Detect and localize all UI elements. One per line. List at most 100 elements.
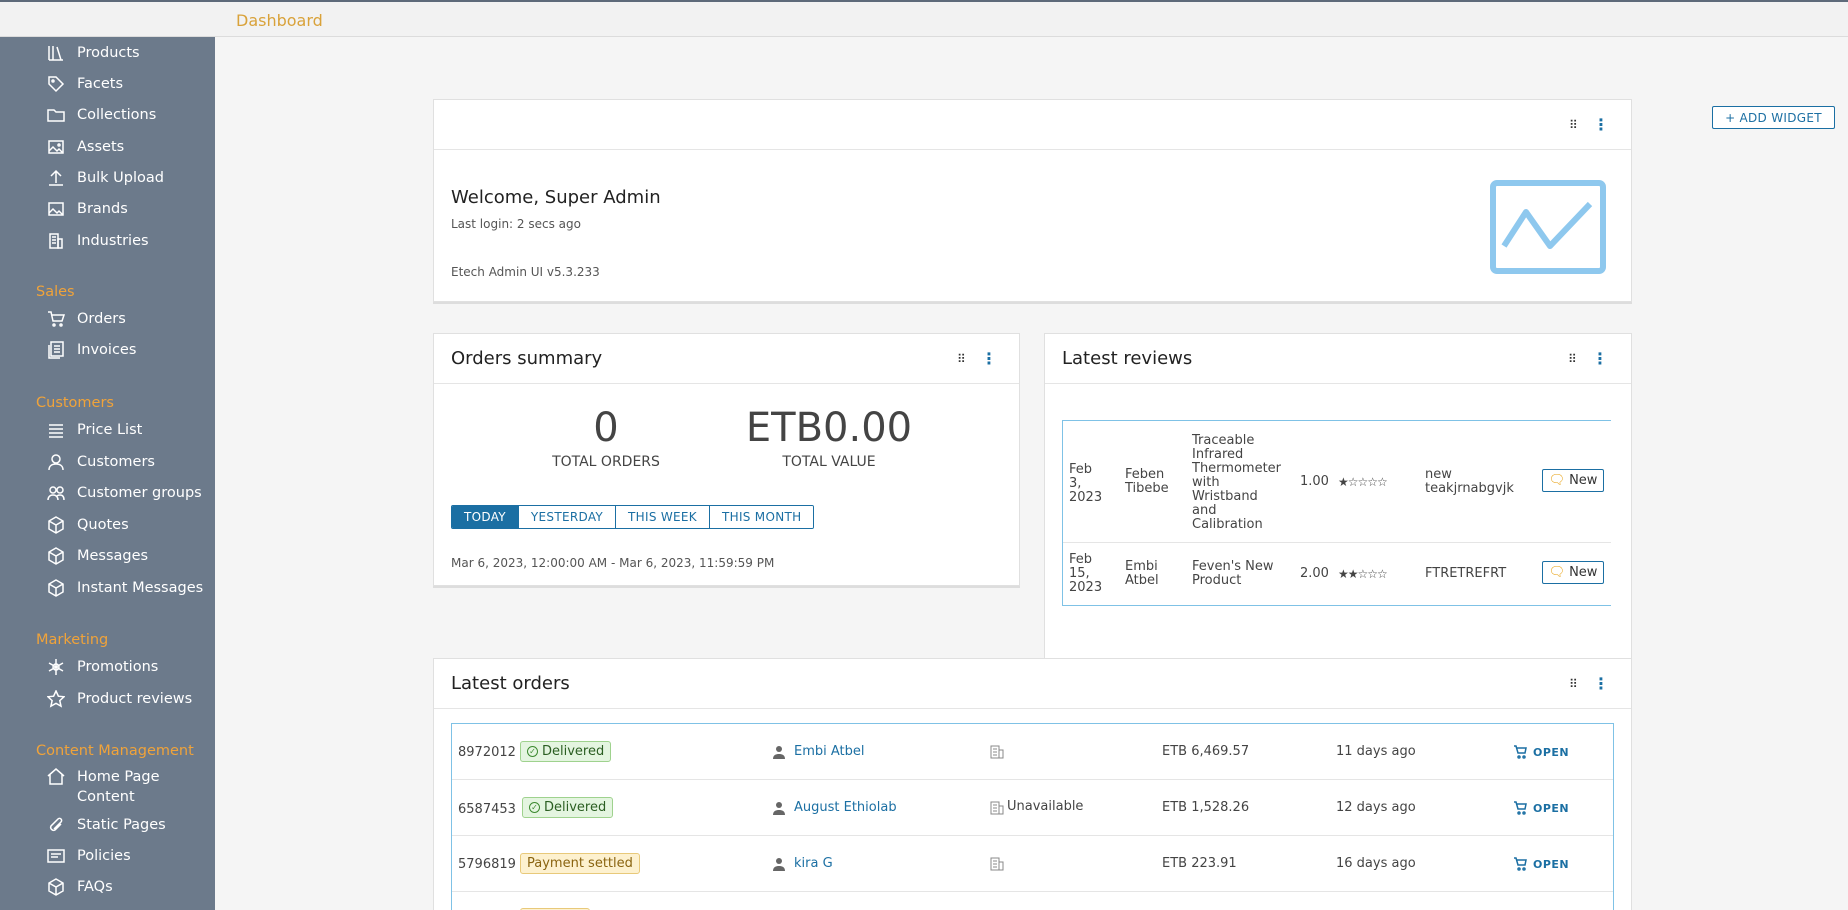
- review-date: Feb 15, 2023: [1069, 552, 1103, 595]
- sidebar-item-orders[interactable]: Orders: [47, 307, 126, 331]
- sidebar-item-invoices[interactable]: Invoices: [47, 338, 136, 362]
- range-this-month-button[interactable]: THIS MONTH: [709, 506, 814, 528]
- box-icon: [47, 516, 65, 534]
- total-orders-label: TOTAL ORDERS: [552, 454, 660, 470]
- widget-title: Latest orders: [451, 673, 570, 694]
- box-icon: [47, 547, 65, 565]
- table-row[interactable]: Feb 15, 2023 Embi Atbel Feven's New Prod…: [1063, 543, 1611, 605]
- welcome-widget: ⠿ ⋮ Welcome, Super Admin Last login: 2 s…: [433, 99, 1632, 302]
- sidebar-item-products[interactable]: Products: [47, 41, 140, 65]
- more-options-icon[interactable]: ⋮: [1593, 116, 1609, 134]
- sidebar-item-home-page-content[interactable]: Home Page Content: [47, 767, 187, 811]
- sidebar-item-instant-messages[interactable]: Instant Messages: [47, 576, 203, 600]
- image-icon: [47, 138, 65, 156]
- sidebar-item-label: Collections: [77, 107, 157, 123]
- drag-handle-icon[interactable]: ⠿: [957, 352, 967, 366]
- review-product[interactable]: Feven's New Product: [1192, 560, 1278, 588]
- top-bar: Dashboard: [0, 0, 1848, 37]
- open-label: OPEN: [1533, 857, 1570, 871]
- table-row[interactable]: 5796819 Payment settled kira G ETB 223.9…: [452, 836, 1613, 892]
- sidebar-item-label: Price List: [77, 422, 143, 438]
- total-value-stat: ETB0.00 TOTAL VALUE: [734, 405, 924, 470]
- building-icon: [47, 232, 65, 250]
- table-row[interactable]: [452, 892, 1613, 910]
- sidebar-item-static-pages[interactable]: Static Pages: [47, 813, 166, 837]
- folder-icon: [47, 106, 65, 124]
- customer-link[interactable]: Embi Atbel: [794, 744, 865, 759]
- total-orders-value: 0: [593, 405, 619, 451]
- upload-icon: [47, 169, 65, 187]
- sidebar-section-sales: Sales: [36, 284, 75, 300]
- open-order-link[interactable]: OPEN: [1513, 857, 1569, 871]
- box-icon: [47, 878, 65, 896]
- asterisk-icon: [47, 658, 65, 676]
- sidebar-item-label: Orders: [77, 311, 126, 327]
- rating-stars: ★☆☆☆☆: [1338, 475, 1388, 489]
- order-age: 12 days ago: [1336, 800, 1416, 815]
- open-label: OPEN: [1533, 801, 1570, 815]
- table-row[interactable]: 6587453 ✓ Delivered August Ethiolab Unav…: [452, 780, 1613, 836]
- range-this-week-button[interactable]: THIS WEEK: [616, 506, 710, 528]
- sidebar-item-quotes[interactable]: Quotes: [47, 513, 129, 537]
- cart-icon: [1514, 801, 1527, 815]
- latest-reviews-widget: Latest reviews ⠿ ⋮ Feb 3, 2023 Feben Tib…: [1044, 333, 1632, 664]
- sidebar-item-customer-groups[interactable]: Customer groups: [47, 481, 202, 505]
- sidebar-item-label: Brands: [77, 201, 128, 217]
- order-code: 8972012: [458, 745, 516, 760]
- order-age: 11 days ago: [1336, 744, 1416, 759]
- sidebar-section-customers: Customers: [36, 395, 114, 411]
- open-order-link[interactable]: OPEN: [1513, 745, 1569, 759]
- sidebar-item-product-reviews[interactable]: Product reviews: [47, 687, 192, 711]
- order-code: 6587453: [458, 802, 516, 817]
- review-author: Feben Tibebe: [1125, 467, 1169, 496]
- drag-handle-icon[interactable]: ⠿: [1569, 118, 1579, 132]
- sidebar-item-industries[interactable]: Industries: [47, 229, 149, 253]
- total-value-label: TOTAL VALUE: [782, 454, 876, 470]
- drag-handle-icon[interactable]: ⠿: [1568, 352, 1578, 366]
- review-author: Embi Atbel: [1125, 559, 1159, 588]
- table-row[interactable]: 8972012 ✓ Delivered Embi Atbel ETB 6,469…: [452, 724, 1613, 780]
- widget-title: Orders summary: [451, 348, 603, 369]
- open-order-link[interactable]: OPEN: [1513, 801, 1569, 815]
- person-icon: [773, 858, 785, 871]
- customer-link[interactable]: August Ethiolab: [794, 800, 897, 815]
- range-today-button[interactable]: TODAY: [452, 506, 519, 528]
- sidebar-item-faqs[interactable]: FAQs: [47, 875, 113, 899]
- sidebar-item-label: Customer groups: [77, 485, 202, 501]
- more-options-icon[interactable]: ⋮: [1593, 675, 1609, 693]
- box-icon: [47, 579, 65, 597]
- customer-link[interactable]: kira G: [794, 856, 833, 871]
- table-row[interactable]: Feb 3, 2023 Feben Tibebe Traceable Infra…: [1063, 421, 1611, 543]
- breadcrumb[interactable]: Dashboard: [236, 11, 323, 30]
- sidebar-item-bulk-upload[interactable]: Bulk Upload: [47, 166, 164, 190]
- sidebar-item-assets[interactable]: Assets: [47, 135, 124, 159]
- review-rating: 2.00: [1300, 566, 1329, 581]
- sidebar-item-price-list[interactable]: Price List: [47, 418, 142, 442]
- last-login-text: Last login: 2 secs ago: [451, 217, 581, 231]
- sidebar-item-label: Instant Messages: [77, 580, 204, 596]
- drag-handle-icon[interactable]: ⠿: [1569, 677, 1579, 691]
- range-yesterday-button[interactable]: YESTERDAY: [518, 506, 617, 528]
- sidebar-item-promotions[interactable]: Promotions: [47, 655, 158, 679]
- review-status-button[interactable]: 🗨 New: [1542, 561, 1604, 584]
- sidebar-section-marketing: Marketing: [36, 632, 109, 648]
- sidebar-item-brands[interactable]: Brands: [47, 197, 128, 221]
- review-summary: FTRETREFRT: [1425, 566, 1507, 581]
- order-total: ETB 1,528.26: [1162, 800, 1250, 815]
- sidebar-item-label: Industries: [77, 233, 149, 249]
- add-widget-button[interactable]: + ADD WIDGET: [1712, 106, 1835, 129]
- review-status-button[interactable]: 🗨 New: [1542, 469, 1604, 492]
- sidebar-item-facets[interactable]: Facets: [47, 72, 123, 96]
- comment-icon: 🗨: [1548, 473, 1566, 488]
- review-product[interactable]: Traceable Infrared Thermometer with Wris…: [1192, 434, 1281, 532]
- sidebar-item-collections[interactable]: Collections: [47, 103, 156, 127]
- more-options-icon[interactable]: ⋮: [1592, 350, 1608, 368]
- widget-title: Latest reviews: [1062, 348, 1193, 369]
- users-icon: [47, 484, 65, 502]
- user-icon: [47, 453, 65, 471]
- more-options-icon[interactable]: ⋮: [981, 350, 997, 368]
- sidebar-item-policies[interactable]: Policies: [47, 844, 131, 868]
- review-summary: new teakjrnabgvjk: [1425, 467, 1514, 496]
- sidebar-item-customers[interactable]: Customers: [47, 450, 155, 474]
- sidebar-item-messages[interactable]: Messages: [47, 544, 148, 568]
